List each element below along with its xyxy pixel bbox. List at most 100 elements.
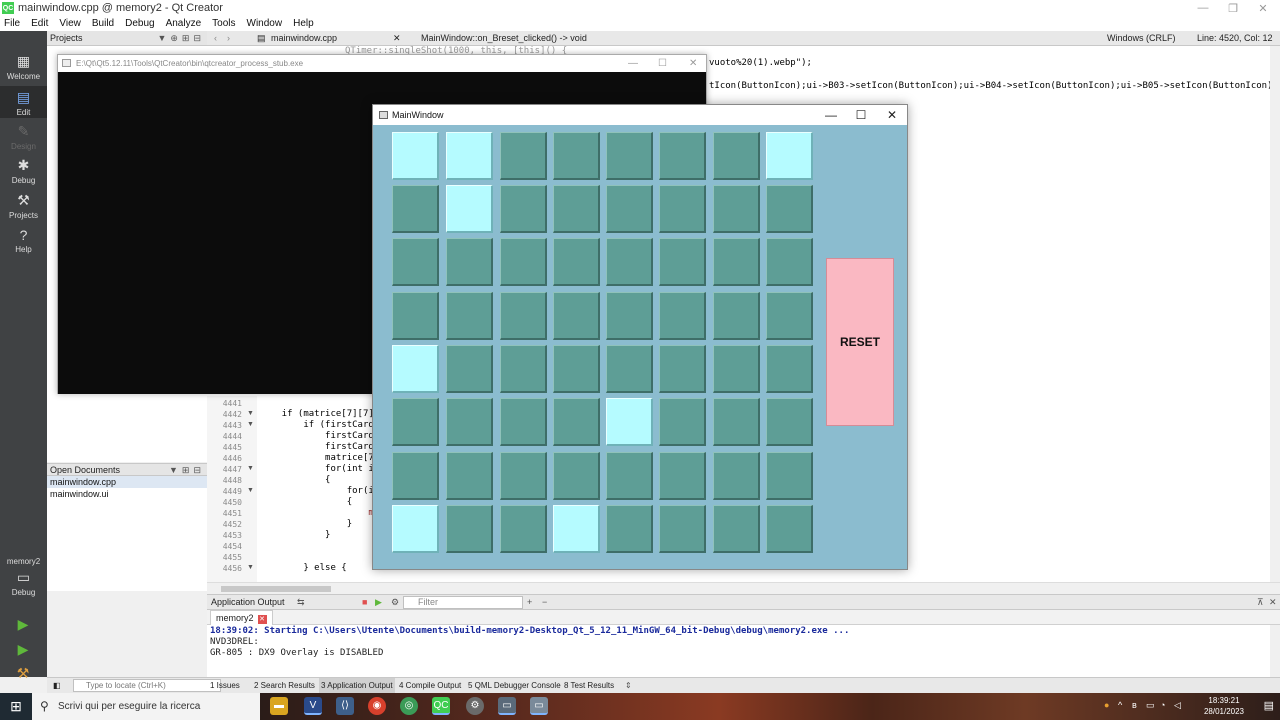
- memory-card-face-down[interactable]: [500, 292, 547, 340]
- memory-card-face-down[interactable]: [713, 505, 760, 553]
- memory-card-face-up[interactable]: [392, 505, 439, 553]
- menu-window[interactable]: Window: [247, 18, 283, 29]
- stop-icon[interactable]: ■: [362, 595, 367, 610]
- fold-arrow-icon[interactable]: ▼: [247, 564, 254, 571]
- memory-card-face-down[interactable]: [500, 132, 547, 180]
- memory-card-face-down[interactable]: [606, 345, 653, 393]
- fold-arrow-icon[interactable]: ▼: [247, 410, 254, 417]
- menu-view[interactable]: View: [59, 18, 81, 29]
- windows-start-icon[interactable]: ⊞: [8, 698, 24, 714]
- memory-card-face-down[interactable]: [553, 452, 600, 500]
- open-documents-title[interactable]: Open Documents: [50, 465, 120, 475]
- menu-build[interactable]: Build: [92, 18, 114, 29]
- game-taskbar-icon[interactable]: ▭: [530, 697, 548, 715]
- status-tab-test-results[interactable]: 8 Test Results: [564, 678, 614, 693]
- attach-icon[interactable]: ⇆: [297, 595, 305, 610]
- memory-card-face-down[interactable]: [553, 132, 600, 180]
- console-titlebar[interactable]: E:\Qt\Qt5.12.11\Tools\QtCreator\bin\qtcr…: [58, 55, 706, 72]
- menu-edit[interactable]: Edit: [31, 18, 48, 29]
- game-titlebar[interactable]: MainWindow — ☐ ✕: [373, 105, 907, 125]
- taskbar-search-input[interactable]: ⚲ Scrivi qui per eseguire la ricerca: [32, 693, 260, 720]
- taskbar-clock[interactable]: 18:39:21 28/01/2023: [1194, 695, 1254, 717]
- memory-card-face-down[interactable]: [766, 185, 813, 233]
- memory-card-face-down[interactable]: [446, 345, 493, 393]
- memory-card-face-down[interactable]: [392, 238, 439, 286]
- kit-selector[interactable]: memory2 ▭ Debug: [0, 557, 47, 597]
- menu-file[interactable]: File: [4, 18, 20, 29]
- line-ending-selector[interactable]: Windows (CRLF): [1107, 31, 1176, 46]
- run-icon[interactable]: ▶: [14, 616, 32, 632]
- mode-debug[interactable]: ✱ Debug: [0, 157, 47, 185]
- memory-card-face-down[interactable]: [713, 398, 760, 446]
- scrollbar-thumb[interactable]: [221, 586, 331, 592]
- settings-icon[interactable]: ⚙: [391, 595, 399, 610]
- fold-arrow-icon[interactable]: ▼: [247, 465, 254, 472]
- memory-card-face-down[interactable]: [553, 345, 600, 393]
- memory-card-face-down[interactable]: [392, 185, 439, 233]
- maximize-icon[interactable]: ❐: [1220, 0, 1246, 16]
- memory-card-face-down[interactable]: [659, 185, 706, 233]
- memory-card-face-up[interactable]: [766, 132, 813, 180]
- filter-input[interactable]: Filter: [403, 596, 523, 609]
- memory-card-face-down[interactable]: [446, 238, 493, 286]
- memory-card-face-down[interactable]: [713, 292, 760, 340]
- memory-card-face-down[interactable]: [713, 345, 760, 393]
- close-tab-icon[interactable]: ✕: [257, 615, 267, 624]
- fold-arrow-icon[interactable]: ▼: [247, 421, 254, 428]
- memory-card-face-down[interactable]: [713, 452, 760, 500]
- status-tab-search-results[interactable]: 2 Search Results: [254, 678, 315, 693]
- open-document-item[interactable]: mainwindow.ui: [47, 488, 207, 500]
- memory-card-face-down[interactable]: [766, 505, 813, 553]
- memory-card-face-down[interactable]: [500, 505, 547, 553]
- memory-card-face-down[interactable]: [659, 238, 706, 286]
- memory-card-face-down[interactable]: [606, 238, 653, 286]
- maximize-pane-icon[interactable]: ⊼: [1257, 595, 1264, 610]
- memory-card-face-down[interactable]: [766, 452, 813, 500]
- fold-arrow-icon[interactable]: ▼: [247, 487, 254, 494]
- memory-card-face-down[interactable]: [553, 238, 600, 286]
- memory-card-face-down[interactable]: [553, 292, 600, 340]
- memory-card-face-up[interactable]: [446, 185, 493, 233]
- menu-analyze[interactable]: Analyze: [166, 18, 202, 29]
- visual-studio-icon[interactable]: V: [304, 697, 322, 715]
- debug-run-icon[interactable]: ▶: [14, 641, 32, 657]
- editor-file-selector[interactable]: mainwindow.cpp: [271, 31, 337, 46]
- file-explorer-icon[interactable]: ▬: [270, 697, 288, 715]
- memory-card-face-down[interactable]: [553, 185, 600, 233]
- memory-card-face-down[interactable]: [606, 292, 653, 340]
- status-tab-issues[interactable]: 1 Issues: [210, 678, 240, 693]
- editor-horizontal-scrollbar[interactable]: [207, 582, 1280, 594]
- memory-card-face-down[interactable]: [553, 398, 600, 446]
- vscode-icon[interactable]: ⟨⟩: [336, 697, 354, 715]
- output-console[interactable]: 18:39:02: Starting C:\Users\Utente\Docum…: [207, 625, 1270, 677]
- memory-card-face-down[interactable]: [659, 505, 706, 553]
- memory-card-face-down[interactable]: [659, 452, 706, 500]
- build-icon[interactable]: ⚒: [14, 665, 32, 681]
- game-window[interactable]: MainWindow — ☐ ✕ RESET: [372, 104, 908, 570]
- game-close-icon[interactable]: ✕: [877, 105, 907, 125]
- memory-card-face-down[interactable]: [392, 292, 439, 340]
- more-tabs-icon[interactable]: ⇕: [625, 678, 632, 693]
- console-close-icon[interactable]: ✕: [689, 55, 697, 72]
- volume-icon[interactable]: ◁: [1174, 700, 1181, 711]
- memory-card-face-down[interactable]: [392, 452, 439, 500]
- memory-card-face-down[interactable]: [500, 185, 547, 233]
- memory-card-face-down[interactable]: [446, 398, 493, 446]
- memory-card-face-down[interactable]: [713, 238, 760, 286]
- network-icon[interactable]: ◔: [1160, 700, 1165, 710]
- open-document-item[interactable]: mainwindow.cpp: [47, 476, 207, 488]
- memory-card-face-up[interactable]: [446, 132, 493, 180]
- reset-button[interactable]: RESET: [826, 258, 894, 426]
- mode-design[interactable]: ✎ Design: [0, 123, 47, 151]
- mode-edit[interactable]: ▤ Edit: [0, 86, 47, 118]
- projects-title[interactable]: Projects: [50, 33, 83, 43]
- memory-card-face-down[interactable]: [446, 292, 493, 340]
- console-maximize-icon[interactable]: ☐: [658, 55, 667, 72]
- memory-card-face-down[interactable]: [500, 238, 547, 286]
- menu-tools[interactable]: Tools: [212, 18, 235, 29]
- memory-card-face-down[interactable]: [446, 452, 493, 500]
- status-tab-qml-debugger-console[interactable]: 5 QML Debugger Console: [468, 678, 561, 693]
- close-document-icon[interactable]: ✕: [393, 31, 401, 46]
- console-taskbar-icon[interactable]: ▭: [498, 697, 516, 715]
- cursor-position[interactable]: Line: 4520, Col: 12: [1197, 31, 1273, 46]
